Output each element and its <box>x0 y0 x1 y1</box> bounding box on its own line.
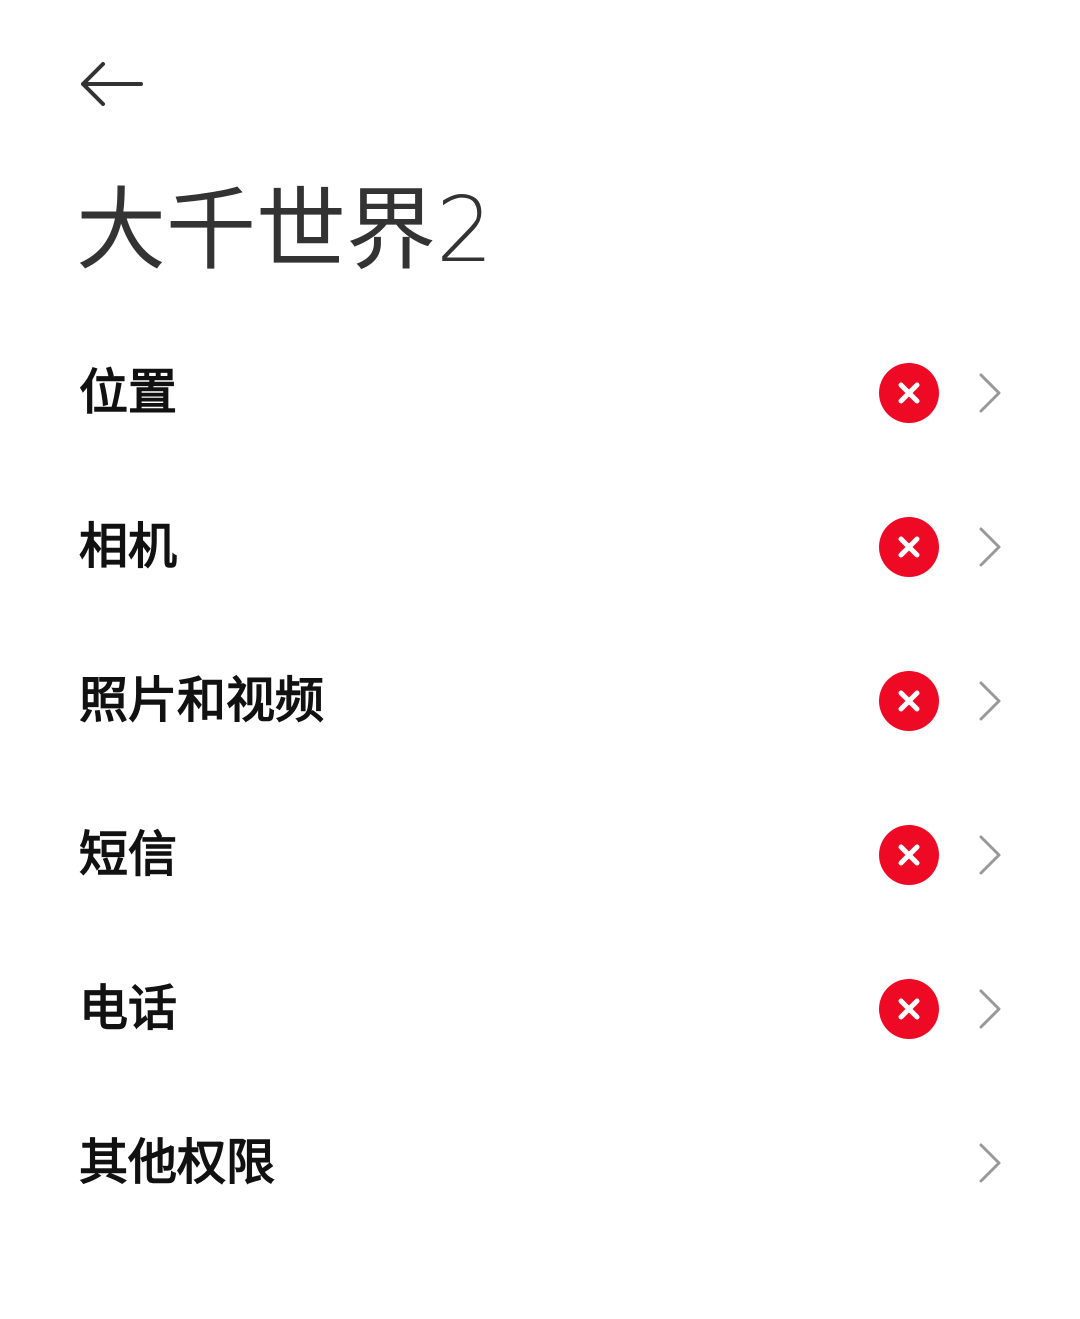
chevron-right-icon <box>972 988 1006 1030</box>
permission-label: 相机 <box>79 518 178 575</box>
permission-item-sms[interactable]: 短信 <box>0 778 1080 932</box>
chevron-right-icon <box>972 372 1006 414</box>
permission-item-phone[interactable]: 电话 <box>0 932 1080 1086</box>
permission-item-location[interactable]: 位置 <box>0 316 1080 470</box>
x-circle-icon <box>878 362 940 424</box>
x-circle-icon <box>878 824 940 886</box>
permission-label: 其他权限 <box>79 1134 276 1191</box>
permission-item-photos-videos[interactable]: 照片和视频 <box>0 624 1080 778</box>
permission-item-camera[interactable]: 相机 <box>0 470 1080 624</box>
permission-label: 短信 <box>79 826 178 883</box>
x-circle-icon <box>878 978 940 1040</box>
permission-label: 电话 <box>79 980 178 1037</box>
chevron-right-icon <box>972 1142 1006 1184</box>
permission-label: 位置 <box>79 364 178 421</box>
x-circle-icon <box>878 516 940 578</box>
chevron-right-icon <box>972 680 1006 722</box>
permission-list: 位置 相机 照片和视频 短信 电话 其他权限 <box>0 316 1080 1240</box>
x-circle-icon <box>878 670 940 732</box>
chevron-right-icon <box>972 834 1006 876</box>
page-title: 大千世界2 <box>76 178 494 283</box>
chevron-right-icon <box>972 526 1006 568</box>
back-button[interactable] <box>66 46 156 122</box>
arrow-left-icon <box>79 61 143 107</box>
permission-label: 照片和视频 <box>79 672 325 729</box>
permission-item-other[interactable]: 其他权限 <box>0 1086 1080 1240</box>
